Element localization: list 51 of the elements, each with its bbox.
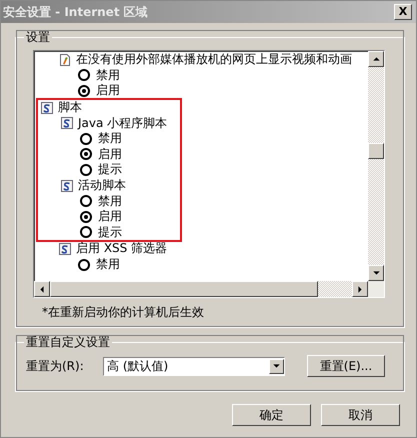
cancel-button[interactable]: 取消 [321, 404, 400, 426]
radio-button[interactable] [80, 210, 92, 223]
ok-button[interactable]: 确定 [232, 404, 311, 426]
scrollbar-corner [368, 281, 384, 297]
scroll-thumb[interactable] [368, 143, 384, 159]
field-label: 重置为(R): [26, 358, 85, 374]
group-label: 设置 [25, 29, 51, 46]
tree-item[interactable]: Java 小程序脚本 [78, 114, 168, 132]
option-label[interactable]: 启用 [98, 146, 122, 163]
group-label: 重置自定义设置 [25, 334, 111, 351]
radio-button[interactable] [78, 258, 90, 271]
tree-item[interactable]: 活动脚本 [78, 177, 126, 194]
close-button[interactable]: X [394, 4, 412, 20]
option-label[interactable]: 提示 [98, 161, 122, 178]
scroll-down-button[interactable] [368, 265, 384, 281]
script-icon [60, 178, 74, 193]
up-arrow-icon [372, 57, 380, 61]
scroll-up-button[interactable] [368, 51, 384, 67]
restart-note: *在重新启动你的计算机后生效 [41, 304, 205, 321]
horizontal-scrollbar[interactable] [34, 281, 384, 297]
option-label[interactable]: 禁用 [98, 130, 122, 148]
scroll-right-button[interactable] [352, 281, 368, 297]
document-icon [58, 52, 72, 67]
down-arrow-icon [372, 271, 380, 275]
radio-button[interactable] [80, 226, 92, 238]
radio-button[interactable] [78, 84, 90, 97]
script-icon [58, 242, 72, 256]
option-label[interactable]: 禁用 [96, 66, 120, 84]
vertical-scrollbar[interactable] [368, 51, 384, 281]
tree-item[interactable]: 脚本 [58, 99, 82, 116]
script-icon [60, 116, 74, 130]
radio-button[interactable] [78, 69, 90, 82]
radio-button[interactable] [80, 164, 92, 176]
tree-item[interactable]: 在没有使用外部媒体播放机的网页上显示视频和动画 [76, 51, 352, 68]
tree-item[interactable]: 启用 XSS 筛选器 [76, 240, 168, 258]
window-title: 安全设置 - Internet 区域 [3, 4, 148, 20]
radio-button[interactable] [80, 132, 92, 145]
script-icon [40, 100, 54, 115]
option-label[interactable]: 提示 [98, 224, 122, 241]
level-dropdown[interactable]: 高 (默认值) [103, 356, 285, 376]
radio-button[interactable] [80, 148, 92, 160]
right-arrow-icon [358, 286, 362, 292]
scroll-left-button[interactable] [34, 281, 50, 297]
option-label[interactable]: 禁用 [96, 256, 120, 274]
reset-button[interactable]: 重置(E)... [307, 355, 385, 377]
option-label[interactable]: 启用 [96, 82, 120, 100]
radio-button[interactable] [80, 195, 92, 208]
left-arrow-icon [40, 286, 44, 292]
scroll-thumb[interactable] [50, 281, 318, 297]
option-label[interactable]: 禁用 [98, 192, 122, 210]
option-label[interactable]: 启用 [98, 208, 122, 226]
